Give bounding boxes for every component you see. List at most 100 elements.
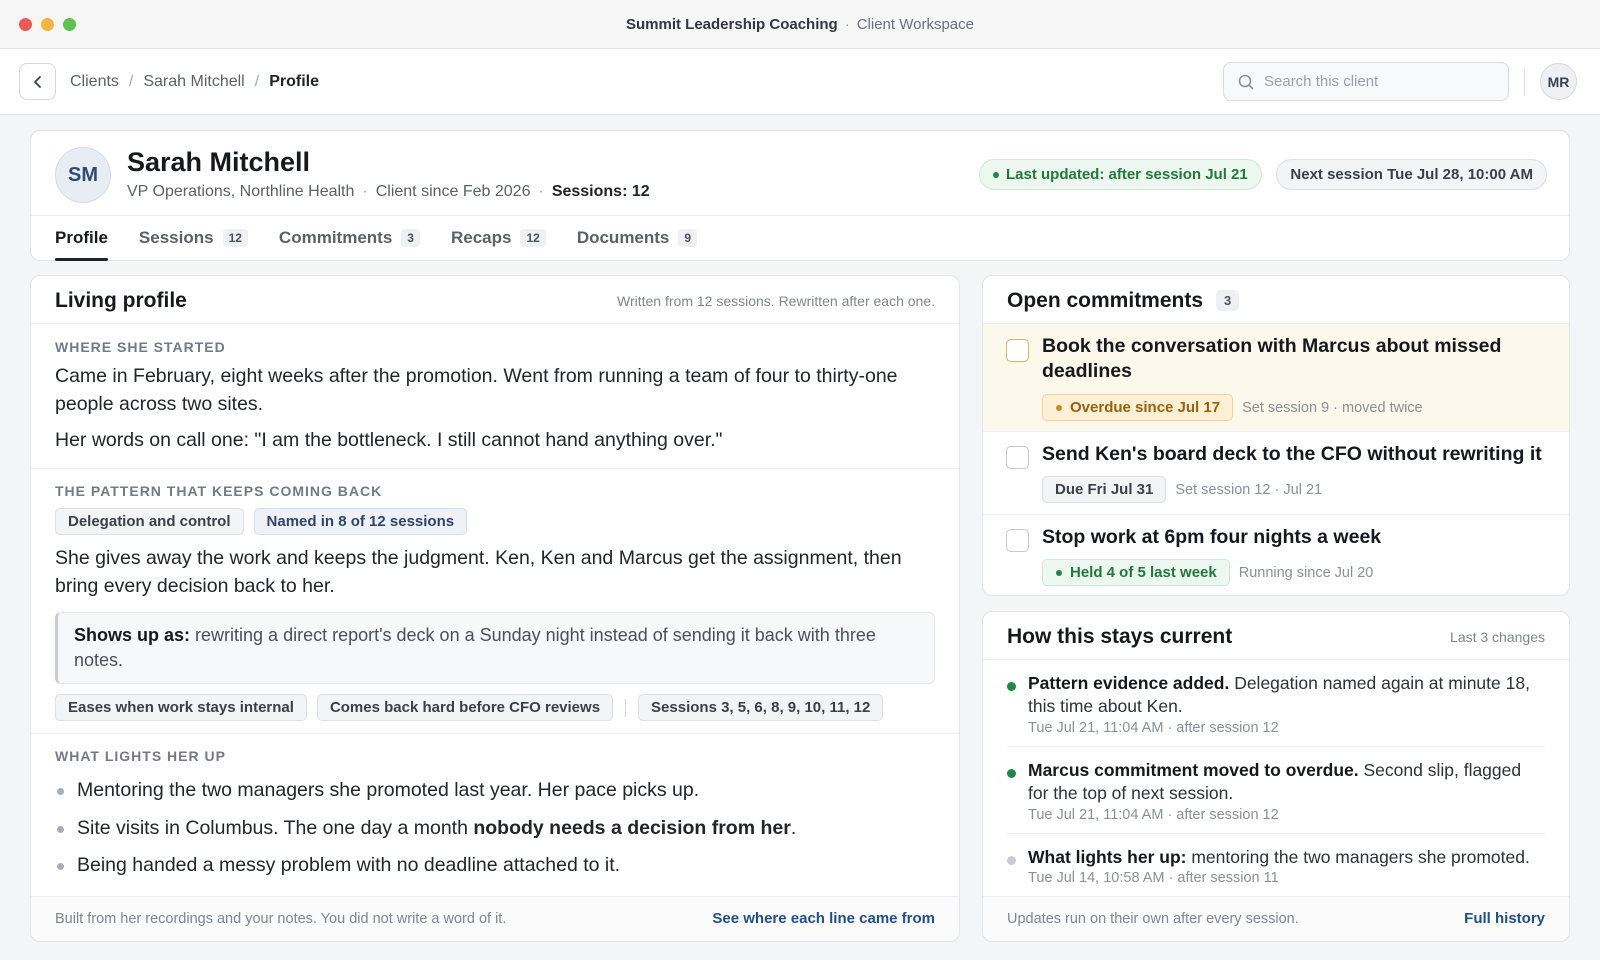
list-item-text: Site visits in Columbus. The one day a m… [77,816,474,839]
title-separator: · [844,16,850,33]
breadcrumb-separator: / [254,73,260,90]
section-paragraph: Came in February, eight weeks after the … [55,365,898,415]
pattern-chips: Delegation and control Named in 8 of 12 … [55,508,935,535]
card-header: Living profile Written from 12 sessions.… [31,276,959,324]
commitment-status-row: Held 4 of 5 last week Running since Jul … [1042,559,1373,586]
pattern-count-chip: Named in 8 of 12 sessions [253,508,468,535]
commitment-checkbox[interactable] [1006,529,1029,552]
app-name: Summit Leadership Coaching [626,16,838,33]
breadcrumb-clients[interactable]: Clients [70,73,119,91]
section-label: THE PATTERN THAT KEEPS COMING BACK [55,483,383,499]
search-box [1223,62,1509,101]
pattern-tag: Eases when work stays internal [55,694,307,721]
pattern-tags: Eases when work stays internal Comes bac… [55,694,935,721]
card-footer: Built from her recordings and your notes… [31,896,959,941]
callout-text: rewriting a direct report's deck on a Su… [74,625,876,670]
section-pattern: THE PATTERN THAT KEEPS COMING BACK Deleg… [31,469,959,734]
card-note: Written from 12 sessions. Rewritten afte… [617,293,935,309]
overdue-badge: Overdue since Jul 17 [1042,394,1234,421]
due-badge: Due Fri Jul 31 [1042,476,1167,503]
list-item: Mentoring the two managers she promoted … [55,772,935,810]
change-time: Tue Jul 21, 11:04 AM · after session 12 [1028,807,1279,823]
card-title: How this stays current [1007,625,1233,648]
breadcrumb: Clients / Sarah Mitchell / Profile [70,73,319,91]
stays-current-card: How this stays current Last 3 changes Pa… [982,611,1570,942]
search-input[interactable] [1264,63,1499,100]
change-item: Pattern evidence added. Delegation named… [1007,660,1545,747]
commitment-status-row: Due Fri Jul 31 Set session 12 · Jul 21 [1042,476,1322,503]
change-text: Marcus commitment moved to overdue. Seco… [1028,759,1545,805]
change-dot [1007,769,1016,778]
section-paragraph: She gives away the work and keeps the ju… [55,547,902,597]
section-label: WHERE SHE STARTED [55,339,226,355]
back-button[interactable] [19,63,56,100]
chevron-left-icon [33,75,41,88]
top-bar: Clients / Sarah Mitchell / Profile MR [0,49,1600,115]
list-item-emphasis: nobody needs a decision from her [473,816,791,839]
search-icon [1238,74,1254,90]
source-link[interactable]: See where each line came from [712,910,935,927]
client-header: SM Sarah Mitchell VP Operations, Northli… [30,130,1570,261]
change-text: What lights her up: mentoring the two ma… [1028,846,1545,869]
next-session-badge[interactable]: Next session Tue Jul 28, 10:00 AM [1276,159,1547,190]
change-title: Marcus commitment moved to overdue. [1028,760,1359,780]
pattern-chip: Delegation and control [55,508,244,535]
section-label: WHAT LIGHTS HER UP [55,748,226,764]
card-header: Open commitments 3 [983,276,1569,324]
topbar-divider [1524,68,1525,96]
commitment-item: Book the conversation with Marcus about … [983,324,1569,432]
tab-recaps[interactable]: Recaps 12 [451,215,546,261]
change-time: Tue Jul 14, 10:58 AM · after session 11 [1028,870,1279,886]
tag-separator [625,698,627,717]
card-footer: Updates run on their own after every ses… [983,896,1569,941]
commitment-checkbox[interactable] [1006,339,1029,362]
change-title: What lights her up: [1028,847,1187,867]
session-count: Sessions: 12 [551,183,650,200]
change-detail: mentoring the two managers she promoted. [1186,847,1530,867]
meta-dot: · [362,183,368,200]
tab-count: 12 [222,229,248,247]
card-header: How this stays current Last 3 changes [983,612,1569,660]
change-title: Pattern evidence added. [1028,673,1230,693]
tab-documents[interactable]: Documents 9 [576,215,698,261]
tab-count: 12 [520,229,546,247]
lights-list: Mentoring the two managers she promoted … [55,772,935,885]
client-since: Client since Feb 2026 [375,183,531,200]
change-time: Tue Jul 21, 11:04 AM · after session 12 [1028,720,1279,736]
list-item: Site visits in Columbus. The one day a m… [55,810,935,848]
section-paragraph: Her words on call one: "I am the bottlen… [55,429,723,451]
user-avatar[interactable]: MR [1540,63,1577,100]
sessions-tag[interactable]: Sessions 3, 5, 6, 8, 9, 10, 11, 12 [638,694,884,721]
window-title: Summit Leadership Coaching · Client Worksp… [0,16,1600,33]
change-dot [1007,682,1016,691]
callout-label: Shows up as: [74,625,191,645]
commitment-title: Stop work at 6pm four nights a week [1042,526,1382,548]
tab-sessions[interactable]: Sessions 12 [139,215,248,261]
window-titlebar: Summit Leadership Coaching · Client Worksp… [0,0,1600,49]
card-title: Living profile [55,289,187,312]
tab-commitments[interactable]: Commitments 3 [279,215,420,261]
section-lights-her-up: WHAT LIGHTS HER UP Mentoring the two man… [31,734,959,898]
card-title: Open commitments [1007,289,1204,312]
commitment-status-row: Overdue since Jul 17 Set session 9 · mov… [1042,394,1423,421]
last-updated-badge: Last updated: after session Jul 21 [979,159,1262,190]
tab-label: Commitments [278,228,393,247]
breadcrumb-client[interactable]: Sarah Mitchell [143,73,244,91]
change-text: Pattern evidence added. Delegation named… [1028,672,1545,718]
commitments-count: 3 [1216,290,1240,311]
tab-label: Recaps [450,228,512,247]
tab-profile[interactable]: Profile [55,215,108,261]
footer-note: Updates run on their own after every ses… [1007,911,1299,927]
full-history-link[interactable]: Full history [1464,910,1545,927]
tab-count: 9 [678,229,698,247]
client-avatar: SM [55,147,111,203]
commitment-meta: Set session 9 · moved twice [1242,399,1423,416]
footer-note: Built from her recordings and your notes… [55,911,507,927]
tab-label: Sessions [138,228,214,247]
commitment-checkbox[interactable] [1006,446,1029,469]
held-badge: Held 4 of 5 last week [1042,559,1230,586]
tab-label: Documents [576,228,670,247]
open-commitments-card: Open commitments 3 Book the conversation… [982,275,1570,596]
commitment-meta: Running since Jul 20 [1238,564,1374,581]
commitment-title: Send Ken's board deck to the CFO without… [1042,443,1542,465]
